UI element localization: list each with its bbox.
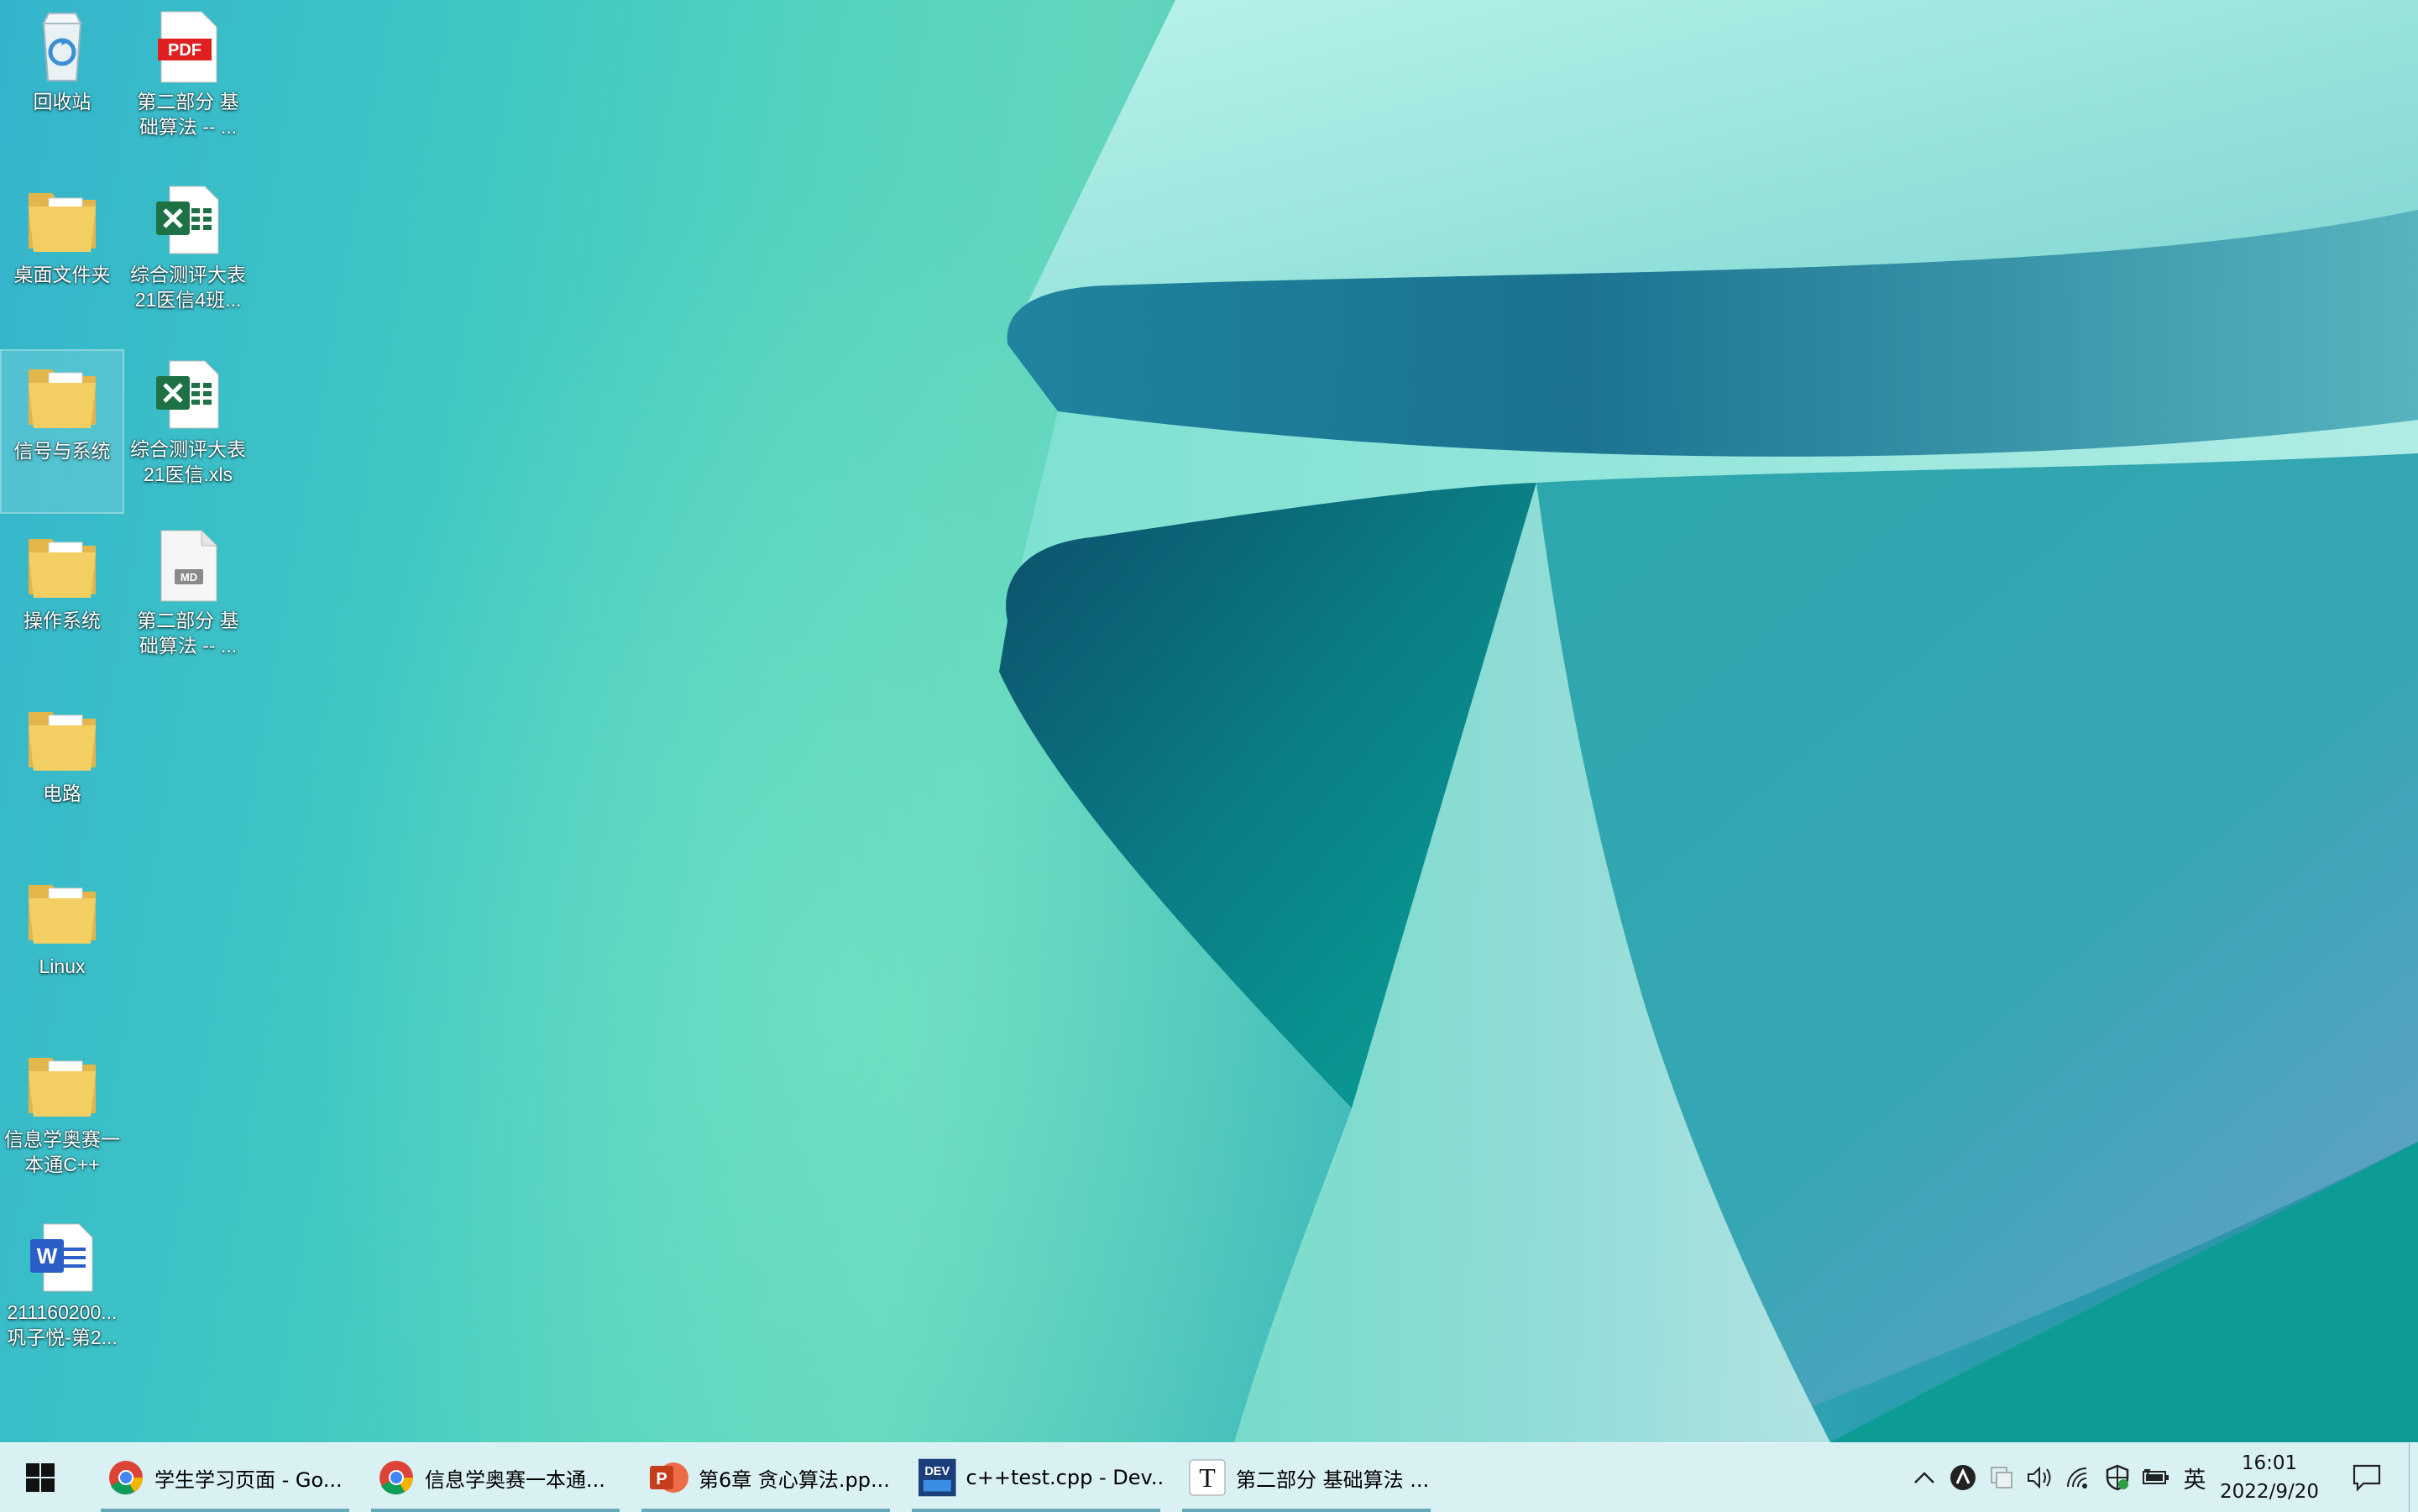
input-method-button[interactable]: 英 [2175,1443,2214,1512]
desktop-icon-folder[interactable]: 信息学奥赛一 本通C++ [0,1039,124,1204]
tray-window-button[interactable] [1982,1443,2021,1512]
window-icon [1991,1467,2012,1488]
desktop-icon-label: 信息学奥赛一 本通C++ [4,1128,120,1175]
taskbar-item-label: 信息学奥赛一本通... [425,1468,605,1492]
desktop-icon-label: 第二部分 基 础算法 -- ... [137,91,239,138]
desktop-icon-label: 回收站 [33,91,92,112]
security-button[interactable] [2098,1443,2137,1512]
ime-indicator: 英 [2183,1467,2206,1494]
taskbar-item-devcpp[interactable]: DEV c++test.cpp - Dev... [908,1443,1164,1512]
chrome-icon [379,1461,413,1495]
desktop-icon-folder[interactable]: 电路 [0,693,124,858]
windows-logo-icon [26,1463,55,1492]
taskbar-item-label: c++test.cpp - Dev... [966,1466,1164,1489]
desktop-icon-label: 第二部分 基 础算法 -- ... [137,610,239,657]
pdf-file-icon: PDF [149,8,227,86]
desktop-icon-folder[interactable]: 操作系统 [0,521,124,685]
desktop[interactable]: 回收站 桌面文件夹 信号与系统 操作系统 电路 Linux 信息学奥赛一 本通C… [0,0,2418,1442]
show-hidden-icons-button[interactable] [1905,1443,1944,1512]
folder-icon [24,527,101,604]
speaker-icon [2028,1466,2051,1489]
desktop-icon-label: 信号与系统 [13,440,111,462]
md-badge: MD [181,571,197,583]
show-desktop-button[interactable] [2409,1443,2418,1512]
chevron-up-icon [1914,1472,1934,1483]
desktop-icon-markdown-file[interactable]: MD 第二部分 基 础算法 -- ... [126,521,250,685]
notification-center-button[interactable] [2325,1443,2409,1512]
taskbar-item-chrome[interactable]: 学生学习页面 - Go... [97,1443,353,1512]
shield-icon [2106,1464,2129,1491]
chrome-icon [109,1461,143,1495]
notification-icon [2353,1464,2381,1492]
folder-icon [24,181,101,259]
desktop-icon-label: 桌面文件夹 [13,264,111,285]
volume-button[interactable] [2021,1443,2059,1512]
wallpaper [999,0,2418,1442]
desktop-icon-folder[interactable]: Linux [0,866,124,1031]
desktop-icon-label: 211160200... 巩子悦-第2... [7,1301,118,1348]
taskbar-item-typora[interactable]: T 第二部分 基础算法 ... [1179,1443,1434,1512]
start-button[interactable] [0,1443,81,1512]
typora-icon: T [1189,1459,1226,1496]
taskbar: 学生学习页面 - Go... 信息学奥赛一本通... P 第6章 贪心算法.pp… [0,1442,2418,1512]
network-button[interactable] [2059,1443,2098,1512]
desktop-icon-folder[interactable]: 信号与系统 [0,349,124,514]
pdf-badge: PDF [168,41,202,60]
devcpp-icon: DEV [919,1458,956,1497]
typora-badge: T [1199,1462,1216,1493]
recycle-bin-icon [24,8,101,86]
tray-app-button[interactable] [1944,1443,1982,1512]
desktop-icon-excel-file[interactable]: 综合测评大表 21医信.xls [126,349,250,514]
desktop-icon-label: 操作系统 [24,610,101,631]
excel-file-icon [149,181,227,259]
battery-icon [2143,1469,2169,1484]
folder-icon [24,700,101,777]
desktop-icon-excel-file[interactable]: 综合测评大表 21医信4班... [126,175,250,339]
desktop-icon-label: 综合测评大表 21医信4班... [130,264,246,311]
taskbar-item-label: 第二部分 基础算法 ... [1236,1468,1430,1492]
folder-icon [24,1046,101,1123]
desktop-icon-label: 综合测评大表 21医信.xls [130,438,246,485]
word-file-icon: W [24,1219,101,1296]
clock[interactable]: 16:01 2022/9/20 [2214,1449,2325,1506]
desktop-icon-word-file[interactable]: W 211160200... 巩子悦-第2... [0,1212,124,1377]
taskbar-item-powerpoint[interactable]: P 第6章 贪心算法.pp... [638,1443,893,1512]
dev-badge: DEV [924,1465,950,1478]
clock-time: 16:01 [2241,1452,2298,1474]
app-tray-icon [1950,1465,1976,1490]
taskbar-item-chrome[interactable]: 信息学奥赛一本通... [368,1443,623,1512]
wifi-icon [2067,1468,2087,1488]
folder-icon [24,873,101,950]
desktop-icon-recycle-bin[interactable]: 回收站 [0,2,124,166]
word-badge: W [37,1243,58,1269]
desktop-icon-label: Linux [39,955,86,977]
system-tray: 英 16:01 2022/9/20 [1905,1443,2418,1512]
desktop-icon-pdf-file[interactable]: PDF 第二部分 基 础算法 -- ... [126,2,250,166]
taskbar-item-label: 学生学习页面 - Go... [154,1468,343,1492]
battery-button[interactable] [2137,1443,2175,1512]
desktop-icon-label: 电路 [43,782,81,804]
folder-icon [24,358,101,435]
ppt-badge: P [656,1470,667,1488]
excel-file-icon [149,356,227,433]
clock-date: 2022/9/20 [2220,1481,2319,1503]
powerpoint-icon: P [650,1462,688,1493]
desktop-icon-folder[interactable]: 桌面文件夹 [0,175,124,339]
markdown-file-icon: MD [149,527,227,604]
taskbar-item-label: 第6章 贪心算法.pp... [699,1468,890,1492]
